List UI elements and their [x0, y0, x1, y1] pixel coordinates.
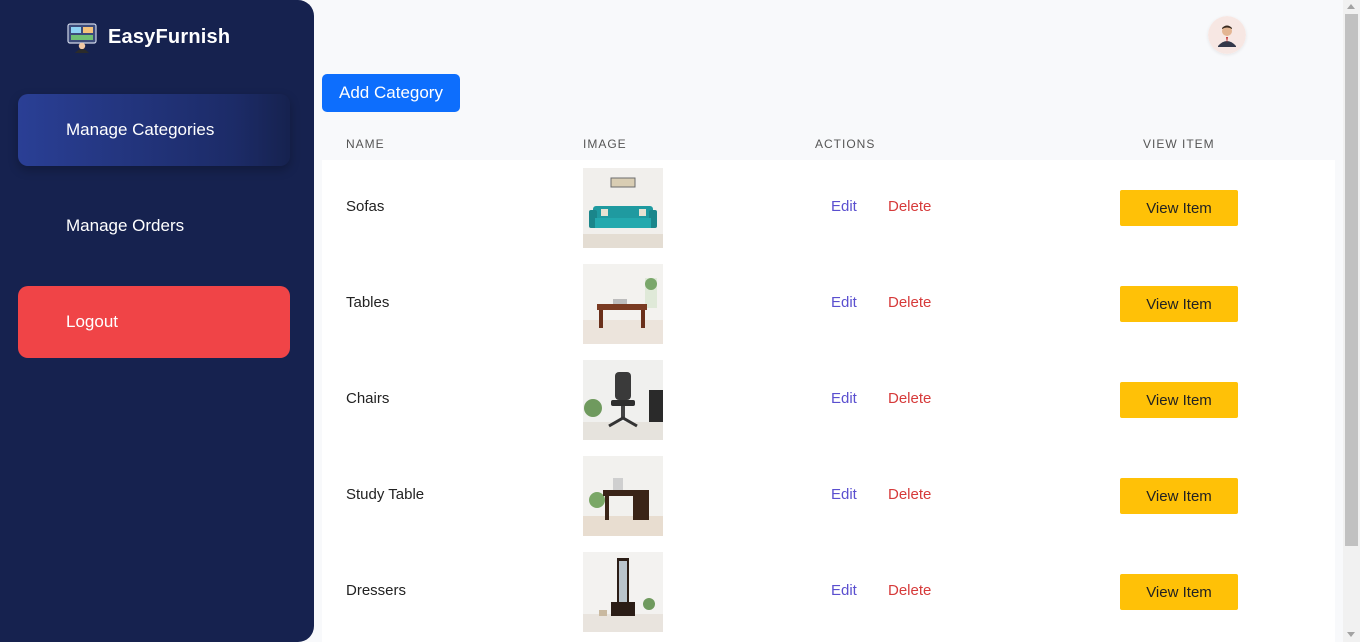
add-category-button[interactable]: Add Category: [322, 74, 460, 112]
chair-photo: [583, 360, 663, 440]
table-row: Sofas Edit Delete View Item: [322, 162, 1335, 258]
table-row: Tables Edit Delete View Item: [322, 258, 1335, 354]
table-row: Study Table Edit Delete View Item: [322, 450, 1335, 546]
column-header-actions: ACTIONS: [815, 137, 876, 151]
table-photo: [583, 264, 663, 344]
study-table-photo: [583, 456, 663, 536]
column-header-name: NAME: [346, 137, 385, 151]
brand[interactable]: EasyFurnish: [66, 22, 231, 53]
edit-link[interactable]: Edit: [831, 390, 857, 407]
vertical-scrollbar[interactable]: [1343, 0, 1360, 642]
view-item-button[interactable]: View Item: [1120, 382, 1238, 418]
delete-link[interactable]: Delete: [888, 582, 931, 599]
edit-link[interactable]: Edit: [831, 198, 857, 215]
category-name: Chairs: [346, 390, 390, 407]
view-item-button[interactable]: View Item: [1120, 478, 1238, 514]
user-avatar-icon: [1208, 16, 1246, 54]
scroll-down-icon[interactable]: [1347, 632, 1355, 637]
view-item-button[interactable]: View Item: [1120, 574, 1238, 610]
category-name: Study Table: [346, 486, 425, 503]
delete-link[interactable]: Delete: [888, 198, 931, 215]
column-header-image: IMAGE: [583, 137, 627, 151]
sidebar-item-label: Manage Orders: [66, 216, 185, 235]
category-name: Sofas: [346, 198, 385, 215]
sofa-photo: [583, 168, 663, 248]
sidebar: EasyFurnish Manage Categories Manage Ord…: [0, 0, 314, 642]
view-item-button[interactable]: View Item: [1120, 286, 1238, 322]
delete-link[interactable]: Delete: [888, 486, 931, 503]
delete-link[interactable]: Delete: [888, 294, 931, 311]
sidebar-item-manage-categories[interactable]: Manage Categories: [18, 94, 290, 166]
category-name: Tables: [346, 294, 390, 311]
avatar[interactable]: [1208, 16, 1246, 54]
scrollbar-thumb[interactable]: [1345, 14, 1358, 546]
sidebar-item-label: Manage Categories: [66, 120, 215, 139]
scroll-up-icon[interactable]: [1347, 4, 1355, 9]
column-header-view-item: VIEW ITEM: [1143, 137, 1215, 151]
dresser-photo: [583, 552, 663, 632]
category-name: Dressers: [346, 582, 407, 599]
logout-label: Logout: [66, 312, 118, 331]
view-item-button[interactable]: View Item: [1120, 190, 1238, 226]
table-row: Chairs Edit Delete View Item: [322, 354, 1335, 450]
table-row: Dressers Edit Delete View Item: [322, 546, 1335, 642]
edit-link[interactable]: Edit: [831, 582, 857, 599]
brand-name: EasyFurnish: [108, 25, 231, 48]
furniture-monitor-logo-icon: [67, 23, 97, 53]
delete-link[interactable]: Delete: [888, 390, 931, 407]
sidebar-item-manage-orders[interactable]: Manage Orders: [18, 190, 290, 262]
table-header: NAME IMAGE ACTIONS VIEW ITEM: [322, 126, 1335, 160]
categories-table: NAME IMAGE ACTIONS VIEW ITEM Sofas Edit …: [322, 126, 1335, 642]
edit-link[interactable]: Edit: [831, 486, 857, 503]
edit-link[interactable]: Edit: [831, 294, 857, 311]
logout-button[interactable]: Logout: [18, 286, 290, 358]
